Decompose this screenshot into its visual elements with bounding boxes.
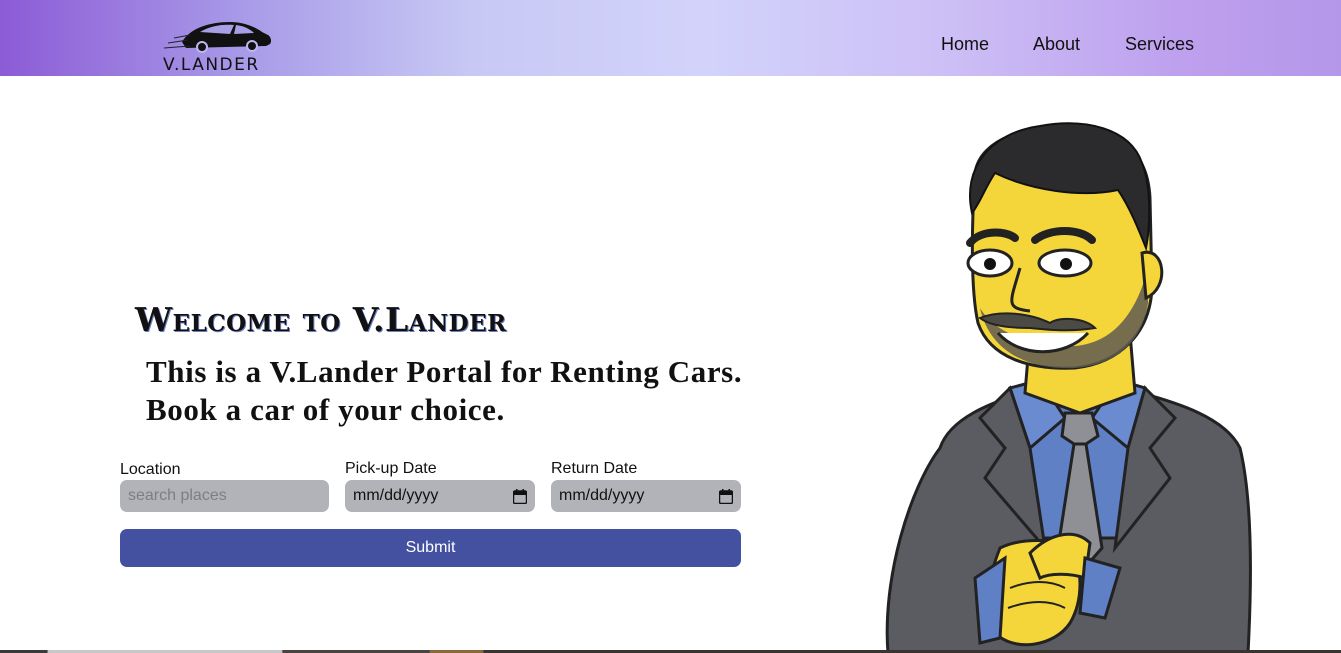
calendar-icon[interactable] xyxy=(513,488,527,504)
calendar-icon[interactable] xyxy=(719,488,733,504)
hero-subtitle-line-2: Book a car of your choice. xyxy=(146,392,505,427)
cartoon-businessman-illustration xyxy=(885,122,1252,653)
return-date-value: mm/dd/yyyy xyxy=(559,487,645,504)
location-label: Location xyxy=(120,461,181,478)
return-date-input[interactable]: mm/dd/yyyy xyxy=(551,480,741,512)
location-input[interactable]: search places xyxy=(120,480,329,512)
brand-logo[interactable]: V.LANDER xyxy=(160,18,280,75)
pickup-date-label: Pick-up Date xyxy=(345,460,437,477)
submit-button[interactable]: Submit xyxy=(120,529,741,567)
nav-about-link[interactable]: About xyxy=(1033,34,1080,55)
hero-title: Welcome to V.Lander xyxy=(135,300,507,339)
pickup-date-input[interactable]: mm/dd/yyyy xyxy=(345,480,535,512)
logo-text: V.LANDER xyxy=(163,55,260,75)
hero-subtitle-line-1: This is a V.Lander Portal for Renting Ca… xyxy=(146,354,743,389)
car-logo-icon xyxy=(163,22,272,53)
navbar: V.LANDER Home About Services xyxy=(0,0,1341,76)
pickup-date-value: mm/dd/yyyy xyxy=(353,487,439,504)
nav-home-link[interactable]: Home xyxy=(941,34,989,55)
nav-services-link[interactable]: Services xyxy=(1125,34,1194,55)
return-date-label: Return Date xyxy=(551,460,638,477)
